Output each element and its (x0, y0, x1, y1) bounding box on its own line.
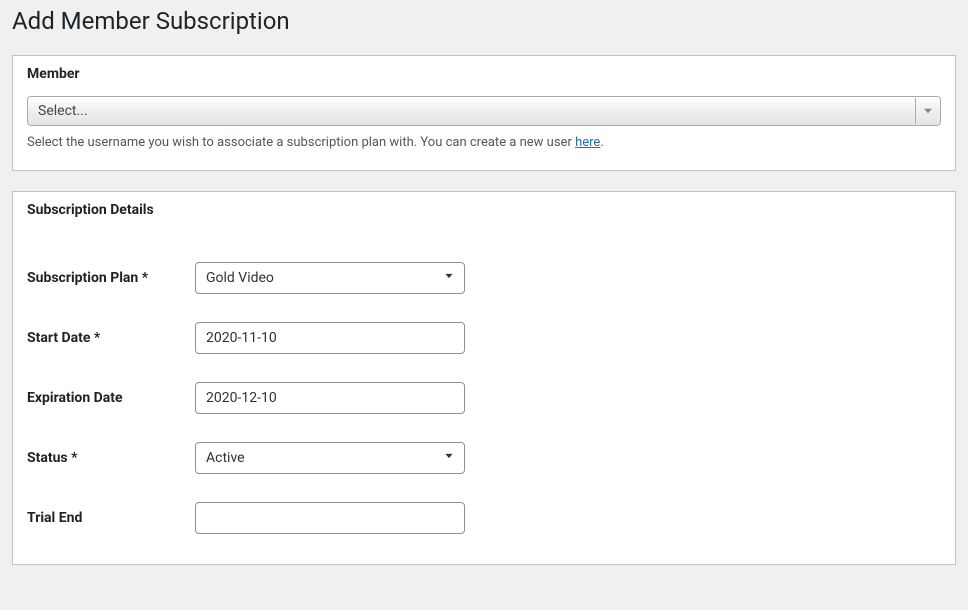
label-trial-end: Trial End (27, 510, 195, 526)
label-status: Status * (27, 450, 195, 466)
row-expiration-date: Expiration Date (27, 354, 941, 414)
member-helper-text: Select the username you wish to associat… (27, 134, 941, 152)
helper-text-suffix: . (600, 135, 603, 150)
row-subscription-plan: Subscription Plan * Gold Video (27, 240, 941, 294)
subscription-plan-value: Gold Video (206, 270, 274, 286)
subscription-details-panel: Subscription Details Subscription Plan *… (12, 191, 956, 565)
member-panel: Member Select... Select the username you… (12, 55, 956, 171)
row-start-date: Start Date * (27, 294, 941, 354)
trial-end-input[interactable] (195, 502, 465, 534)
caret-down-icon (915, 98, 939, 124)
row-trial-end: Trial End (27, 474, 941, 534)
row-status: Status * Active (27, 414, 941, 474)
member-select-placeholder: Select... (38, 103, 88, 119)
chevron-down-icon (442, 269, 456, 287)
create-user-link[interactable]: here (575, 135, 600, 150)
member-panel-heading: Member (13, 56, 955, 96)
page-title: Add Member Subscription (12, 0, 956, 55)
status-select[interactable]: Active (195, 442, 465, 474)
subscription-details-heading: Subscription Details (13, 192, 955, 232)
label-expiration-date: Expiration Date (27, 390, 195, 406)
start-date-input[interactable] (195, 322, 465, 354)
subscription-plan-select[interactable]: Gold Video (195, 262, 465, 294)
member-select[interactable]: Select... (27, 96, 941, 126)
label-subscription-plan: Subscription Plan * (27, 270, 195, 286)
expiration-date-input[interactable] (195, 382, 465, 414)
label-start-date: Start Date * (27, 330, 195, 346)
status-value: Active (206, 450, 245, 466)
helper-text-prefix: Select the username you wish to associat… (27, 135, 575, 150)
chevron-down-icon (442, 449, 456, 467)
